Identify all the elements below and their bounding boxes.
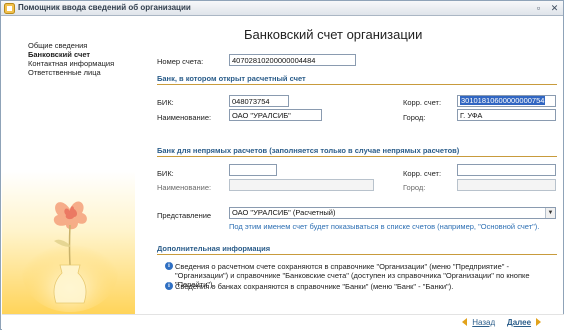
representation-hint: Под этим именем счет будет показываться … [229, 222, 540, 231]
bank-section-divider [157, 84, 557, 85]
bik-label: БИК: [157, 98, 174, 107]
representation-label: Представление [157, 211, 212, 220]
main-panel: Банковский счет организации Номер счета:… [135, 17, 564, 314]
footer-bar: Назад Далее [2, 314, 564, 330]
arrow-right-icon [536, 318, 542, 326]
extra-section-header: Дополнительная информация [157, 244, 557, 255]
account-number-field[interactable] [229, 54, 356, 66]
extra-section-divider [157, 254, 557, 255]
extra-section-title: Дополнительная информация [157, 244, 274, 253]
window-title: Помощник ввода сведений об организации [18, 3, 191, 12]
corr-account-label: Корр. счет: [403, 98, 442, 107]
rose-vase-illustration [22, 201, 118, 312]
indirect-corr-field[interactable] [457, 164, 556, 176]
bik-field[interactable] [229, 95, 289, 107]
sidebar-item-contacts[interactable]: Контактная информация [28, 59, 114, 68]
indirect-corr-label: Корр. счет: [403, 169, 442, 178]
indirect-city-label: Город: [403, 183, 426, 192]
info-banks-text: Сведения о банках сохраняются в справочн… [175, 282, 454, 291]
city-label: Город: [403, 113, 426, 122]
indirect-bik-field[interactable] [229, 164, 277, 176]
sidebar-item-bank-account[interactable]: Банковский счет [28, 50, 114, 59]
bank-name-label: Наименование: [157, 113, 212, 122]
representation-value: ОАО "УРАЛСИБ" (Расчетный) [232, 208, 336, 217]
city-field[interactable] [457, 109, 556, 121]
info-icon: i [165, 262, 173, 270]
back-button[interactable]: Назад [460, 317, 495, 329]
bank-section-title: Банк, в котором открыт расчетный счет [157, 74, 309, 83]
title-bar: Помощник ввода сведений об организации ▫… [1, 1, 563, 16]
indirect-name-label: Наименование: [157, 183, 212, 192]
indirect-section-header: Банк для непрямых расчетов (заполняется … [157, 146, 557, 157]
indirect-name-field [229, 179, 374, 191]
wizard-window: Помощник ввода сведений об организации ▫… [0, 0, 564, 330]
indirect-bik-label: БИК: [157, 169, 174, 178]
sidebar: Общие сведения Банковский счет Контактна… [2, 17, 135, 314]
sidebar-nav: Общие сведения Банковский счет Контактна… [28, 41, 114, 77]
representation-select[interactable]: ОАО "УРАЛСИБ" (Расчетный) ▼ [229, 207, 556, 219]
arrow-left-icon [462, 318, 467, 326]
bank-name-field[interactable] [229, 109, 322, 121]
info-icon: i [165, 282, 173, 290]
next-button-label: Далее [507, 318, 532, 327]
chevron-down-icon[interactable]: ▼ [545, 208, 555, 218]
close-icon[interactable]: ✕ [549, 3, 560, 14]
minimize-icon[interactable]: ▫ [533, 3, 544, 14]
info-banks: i Сведения о банках сохраняются в справо… [165, 282, 555, 291]
account-number-label: Номер счета: [157, 57, 204, 66]
indirect-section-title: Банк для непрямых расчетов (заполняется … [157, 146, 463, 155]
corr-account-value: 30101810600000000754 [460, 96, 546, 105]
indirect-section-divider [157, 156, 557, 157]
sidebar-item-responsible[interactable]: Ответственные лица [28, 68, 114, 77]
page-title: Банковский счет организации [244, 27, 423, 42]
app-icon [4, 3, 15, 14]
sidebar-item-general[interactable]: Общие сведения [28, 41, 114, 50]
back-button-label: Назад [472, 318, 496, 327]
next-button[interactable]: Далее [507, 317, 543, 329]
corr-account-field[interactable]: 30101810600000000754 [457, 95, 556, 107]
bank-section-header: Банк, в котором открыт расчетный счет [157, 74, 557, 85]
indirect-city-field [457, 179, 556, 191]
